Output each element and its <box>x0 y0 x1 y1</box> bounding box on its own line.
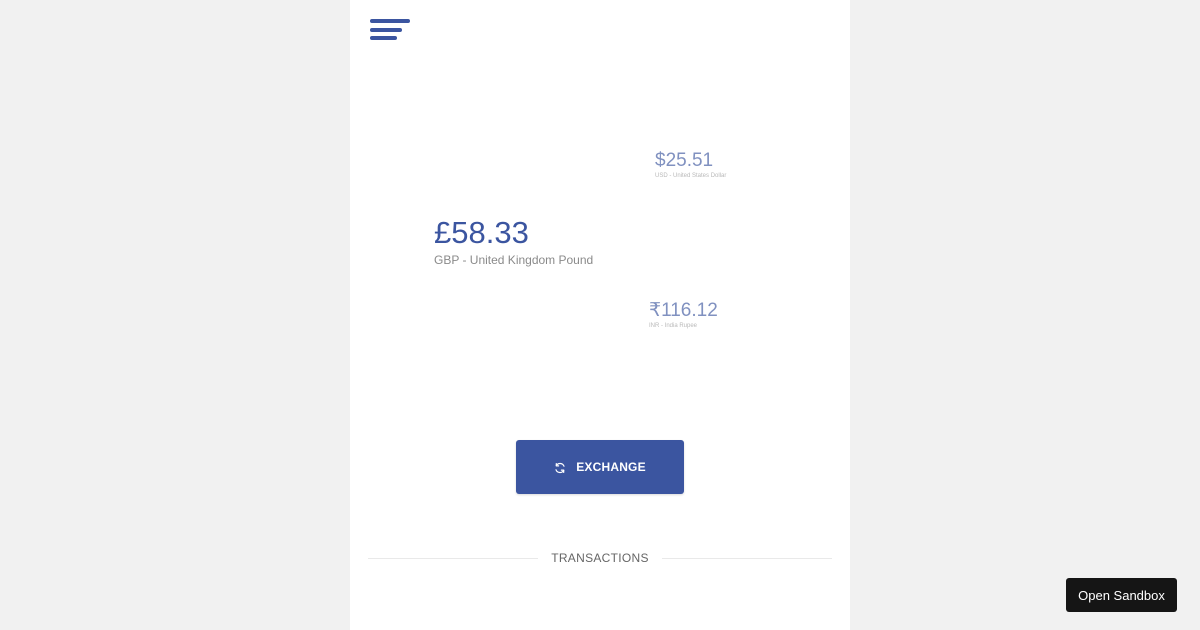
currency-amount-inr: ₹116.12 <box>649 300 718 321</box>
currency-exchange-app: $25.51 USD - United States Dollar £58.33… <box>350 0 850 630</box>
menu-line-top <box>370 19 410 23</box>
exchange-button-label: EXCHANGE <box>576 460 646 474</box>
currency-option-inr[interactable]: ₹116.12 INR - India Rupee <box>649 300 718 330</box>
refresh-icon <box>554 461 566 474</box>
transactions-divider: TRANSACTIONS <box>368 549 833 567</box>
currency-description-usd: USD - United States Dollar <box>655 173 727 179</box>
currency-amount-usd: $25.51 <box>655 150 714 171</box>
menu-line-bottom <box>370 36 397 40</box>
divider-line-right <box>661 557 833 559</box>
currency-description-inr: INR - India Rupee <box>649 323 698 329</box>
currency-option-usd[interactable]: $25.51 USD - United States Dollar <box>655 150 726 180</box>
currency-description-gbp: GBP - United Kingdom Pound <box>434 253 594 267</box>
menu-line-middle <box>370 28 402 32</box>
transactions-heading: TRANSACTIONS <box>551 551 649 565</box>
open-sandbox-button[interactable]: Open Sandbox <box>1066 578 1177 612</box>
currency-amount-gbp: £58.33 <box>434 215 529 250</box>
divider-line-left <box>368 557 539 559</box>
exchange-button[interactable]: EXCHANGE <box>516 440 684 494</box>
currency-primary-gbp: £58.33 GBP - United Kingdom Pound <box>434 216 593 268</box>
hamburger-menu-icon[interactable] <box>370 19 410 41</box>
